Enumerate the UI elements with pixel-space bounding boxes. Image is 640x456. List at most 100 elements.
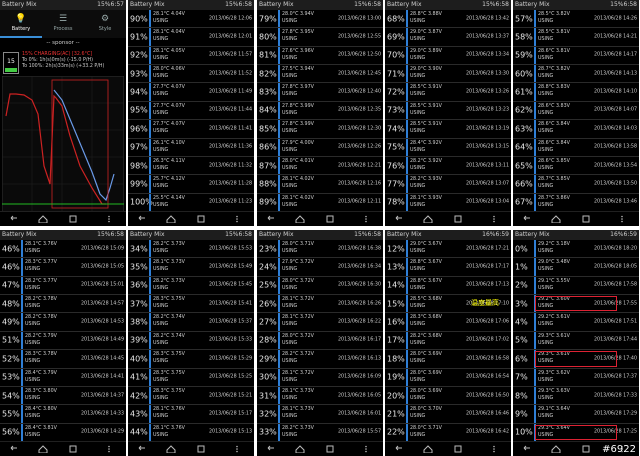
list-item[interactable]: 48% 28.2°C 3.78V USING 2013/06/28 14:57 [0, 295, 126, 314]
back-icon[interactable] [521, 215, 531, 223]
list-item[interactable]: 90% 28.1°C 4.04V USING 2013/06/28 12:06 [128, 10, 254, 29]
list-item[interactable]: 87% 28.0°C 4.01V USING 2013/06/28 12:21 [257, 156, 383, 176]
list-item[interactable]: 19% 28.0°C 3.69V USING 2013/06/28 16:54 [385, 368, 511, 387]
list-item[interactable]: 79% 28.0°C 3.94V USING 2013/06/28 13:00 [257, 10, 383, 29]
list-item[interactable]: 86% 27.9°C 4.00V USING 2013/06/28 12:26 [257, 138, 383, 157]
list-item[interactable]: 47% 28.2°C 3.77V USING 2013/06/28 15:01 [0, 276, 126, 296]
list-item[interactable]: 3% 29.2°C 3.60V USING 2013/06/28 17:55 [513, 295, 639, 314]
list-item[interactable]: 14% 28.8°C 3.67V USING 2013/06/28 17:13 [385, 276, 511, 296]
list-item[interactable]: 42% 28.3°C 3.75V USING 2013/06/28 15:21 [128, 386, 254, 406]
list-item[interactable]: 97% 26.1°C 4.10V USING 2013/06/28 11:36 [128, 138, 254, 157]
list-item[interactable]: 60% 28.7°C 3.82V USING 2013/06/28 14:13 [513, 65, 639, 84]
list-item[interactable]: 17% 28.2°C 3.68V USING 2013/06/28 17:02 [385, 331, 511, 351]
menu-icon[interactable] [489, 215, 499, 223]
list-item[interactable]: 39% 28.2°C 3.74V USING 2013/06/28 15:33 [128, 331, 254, 351]
list-item[interactable]: 20% 28.0°C 3.69V USING 2013/06/28 16:50 [385, 386, 511, 406]
list-item[interactable]: 43% 28.1°C 3.76V USING 2013/06/28 15:17 [128, 405, 254, 424]
list-item[interactable]: 83% 27.8°C 3.97V USING 2013/06/28 12:40 [257, 83, 383, 102]
list-item[interactable]: 59% 28.6°C 3.81V USING 2013/06/28 14:17 [513, 46, 639, 66]
recent-apps-icon[interactable] [325, 445, 335, 453]
recent-apps-icon[interactable] [453, 215, 463, 223]
list-item[interactable]: 85% 27.8°C 3.99V USING 2013/06/28 12:30 [257, 120, 383, 139]
list-item[interactable]: 51% 28.2°C 3.79V USING 2013/06/28 14:49 [0, 331, 126, 351]
list-item[interactable]: 78% 28.1°C 3.93V USING 2013/06/28 13:04 [385, 193, 511, 212]
list-item[interactable]: 41% 28.3°C 3.75V USING 2013/06/28 15:25 [128, 368, 254, 387]
home-icon[interactable] [38, 215, 48, 223]
list-item[interactable]: 81% 27.6°C 3.96V USING 2013/06/28 12:50 [257, 46, 383, 66]
list-item[interactable]: 4% 29.2°C 3.61V USING 2013/06/28 17:51 [513, 313, 639, 332]
list-item[interactable]: 29% 28.2°C 3.72V USING 2013/06/28 16:13 [257, 350, 383, 369]
list-item[interactable]: 80% 27.8°C 3.95V USING 2013/06/28 12:55 [257, 28, 383, 47]
back-icon[interactable] [8, 215, 18, 223]
list-item[interactable]: 88% 28.1°C 4.02V USING 2013/06/28 12:16 [257, 175, 383, 194]
list-item[interactable]: 28% 28.0°C 3.72V USING 2013/06/28 16:17 [257, 331, 383, 351]
list-item[interactable]: 10% 29.3°C 3.64V USING 2013/06/28 17:25 [513, 423, 639, 442]
recent-apps-icon[interactable] [68, 215, 78, 223]
list-item[interactable]: 37% 28.3°C 3.75V USING 2013/06/28 15:41 [128, 295, 254, 314]
list-item[interactable]: 68% 28.8°C 3.88V USING 2013/06/28 13:42 [385, 10, 511, 29]
list-item[interactable]: 21% 28.0°C 3.70V USING 2013/06/28 16:46 [385, 405, 511, 424]
home-icon[interactable] [423, 215, 433, 223]
list-item[interactable]: 22% 28.0°C 3.71V USING 2013/06/28 16:42 [385, 423, 511, 442]
list-item[interactable]: 73% 28.5°C 3.91V USING 2013/06/28 13:23 [385, 101, 511, 121]
recent-apps-icon[interactable] [196, 445, 206, 453]
list-item[interactable]: 44% 28.1°C 3.76V USING 2013/06/28 15:13 [128, 423, 254, 442]
list-item[interactable]: 93% 28.0°C 4.06V USING 2013/06/28 11:52 [128, 65, 254, 84]
tab-style[interactable]: ⚙ Style [84, 10, 126, 38]
list-item[interactable]: 52% 28.3°C 3.78V USING 2013/06/28 14:45 [0, 350, 126, 369]
list-item[interactable]: 25% 28.0°C 3.72V USING 2013/06/28 16:30 [257, 276, 383, 296]
home-icon[interactable] [38, 445, 48, 453]
list-item[interactable]: 31% 28.1°C 3.73V USING 2013/06/28 16:05 [257, 386, 383, 406]
list-item[interactable]: 13% 28.8°C 3.67V USING 2013/06/28 17:17 [385, 258, 511, 277]
menu-icon[interactable] [361, 445, 371, 453]
home-icon[interactable] [551, 445, 561, 453]
home-icon[interactable] [166, 215, 176, 223]
menu-icon[interactable] [232, 215, 242, 223]
menu-icon[interactable] [232, 445, 242, 453]
back-icon[interactable] [8, 445, 18, 453]
list-item[interactable]: 46% 28.3°C 3.77V USING 2013/06/28 15:05 [0, 258, 126, 277]
list-item[interactable]: 61% 28.8°C 3.83V USING 2013/06/28 14:10 [513, 83, 639, 102]
menu-icon[interactable] [104, 445, 114, 453]
list-item[interactable]: 96% 27.7°C 4.07V USING 2013/06/28 11:41 [128, 120, 254, 139]
home-icon[interactable] [295, 445, 305, 453]
list-item[interactable]: 92% 28.1°C 4.05V USING 2013/06/28 11:57 [128, 46, 254, 66]
list-item[interactable]: 66% 28.7°C 3.85V USING 2013/06/28 13:50 [513, 175, 639, 194]
menu-icon[interactable] [617, 215, 627, 223]
list-item[interactable]: 53% 28.4°C 3.79V USING 2013/06/28 14:41 [0, 368, 126, 387]
list-item[interactable]: 84% 27.8°C 3.99V USING 2013/06/28 12:35 [257, 101, 383, 121]
list-item[interactable]: 58% 28.5°C 3.81V USING 2013/06/28 14:21 [513, 28, 639, 47]
list-item[interactable]: 54% 28.3°C 3.80V USING 2013/06/28 14:37 [0, 386, 126, 406]
list-item[interactable]: 49% 28.2°C 3.78V USING 2013/06/28 14:53 [0, 313, 126, 332]
back-icon[interactable] [265, 445, 275, 453]
list-item[interactable]: 99% 25.7°C 4.12V USING 2013/06/28 11:28 [128, 175, 254, 194]
list-item[interactable]: 100% 25.5°C 4.14V USING 2013/06/28 11:23 [128, 193, 254, 212]
list-item[interactable]: 94% 27.7°C 4.07V USING 2013/06/28 11:49 [128, 83, 254, 102]
list-item[interactable]: 40% 28.3°C 3.75V USING 2013/06/28 15:29 [128, 350, 254, 369]
list-item[interactable]: 75% 28.4°C 3.92V USING 2013/06/28 13:15 [385, 138, 511, 157]
list-item[interactable]: 24% 27.9°C 3.72V USING 2013/06/28 16:34 [257, 258, 383, 277]
back-icon[interactable] [136, 445, 146, 453]
list-item[interactable]: 71% 29.0°C 3.90V USING 2013/06/28 13:30 [385, 65, 511, 84]
tab-process[interactable]: ☰ Process [42, 10, 84, 38]
list-item[interactable]: 38% 28.2°C 3.74V USING 2013/06/28 15:37 [128, 313, 254, 332]
back-icon[interactable] [521, 445, 531, 453]
recent-apps-icon[interactable] [581, 215, 591, 223]
recent-apps-icon[interactable] [581, 445, 591, 453]
list-item[interactable]: 35% 28.1°C 3.73V USING 2013/06/28 15:49 [128, 258, 254, 277]
list-item[interactable]: 46% 28.1°C 3.76V USING 2013/06/28 15:09 [0, 240, 126, 259]
list-item[interactable]: 65% 28.6°C 3.85V USING 2013/06/28 13:54 [513, 156, 639, 176]
list-item[interactable]: 69% 29.0°C 3.87V USING 2013/06/28 13:37 [385, 28, 511, 47]
list-item[interactable]: 63% 28.6°C 3.84V USING 2013/06/28 14:03 [513, 120, 639, 139]
list-item[interactable]: 5% 29.3°C 3.61V USING 2013/06/28 17:44 [513, 331, 639, 351]
list-item[interactable]: 16% 28.3°C 3.68V USING 2013/06/28 17:06 [385, 313, 511, 332]
list-item[interactable]: 76% 28.2°C 3.92V USING 2013/06/28 13:11 [385, 156, 511, 176]
recent-apps-icon[interactable] [453, 445, 463, 453]
list-item[interactable]: 30% 28.1°C 3.72V USING 2013/06/28 16:09 [257, 368, 383, 387]
list-item[interactable]: 89% 28.1°C 4.02V USING 2013/06/28 12:11 [257, 193, 383, 212]
list-item[interactable]: 82% 27.5°C 3.94V USING 2013/06/28 12:45 [257, 65, 383, 84]
list-item[interactable]: 34% 28.2°C 3.73V USING 2013/06/28 15:53 [128, 240, 254, 259]
home-icon[interactable] [423, 445, 433, 453]
back-icon[interactable] [136, 215, 146, 223]
menu-icon[interactable] [361, 215, 371, 223]
